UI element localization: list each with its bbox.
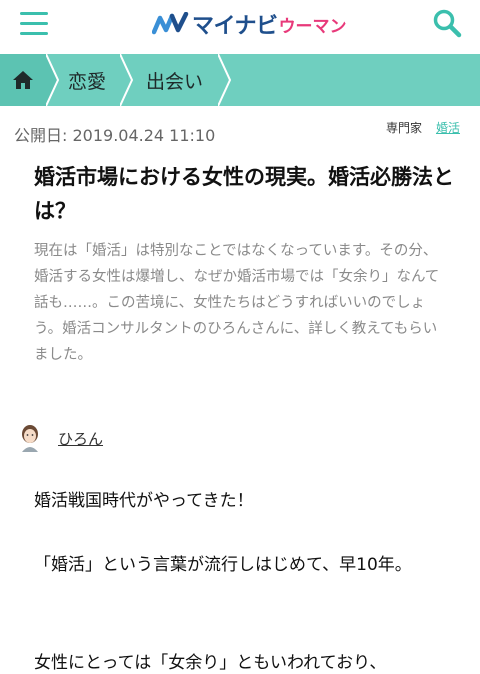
article-title: 婚活市場における女性の現実。婚活必勝法とは？ bbox=[34, 165, 454, 223]
breadcrumb-separator bbox=[120, 54, 134, 106]
breadcrumb: 恋愛 出会い bbox=[0, 54, 480, 106]
logo-sub-text: ウーマン bbox=[278, 16, 347, 37]
breadcrumb-item-deai[interactable]: 出会い bbox=[146, 54, 203, 106]
breadcrumb-home[interactable] bbox=[0, 54, 46, 106]
author-byline[interactable]: ひろん bbox=[18, 424, 103, 452]
author-avatar bbox=[22, 425, 38, 452]
logo-main-text: マイナビ bbox=[192, 14, 278, 39]
search-icon[interactable] bbox=[432, 8, 462, 38]
breadcrumb-separator bbox=[218, 54, 232, 106]
tag-link-konkatsu[interactable]: 婚活 bbox=[436, 119, 460, 136]
author-name-link[interactable]: ひろん bbox=[58, 428, 103, 449]
breadcrumb-separator bbox=[46, 54, 60, 106]
hamburger-menu-icon[interactable] bbox=[20, 12, 48, 36]
body-paragraph: 「婚活」という言葉が流行しはじめて、早10年。 bbox=[34, 555, 412, 575]
body-paragraph: 女性にとっては「女余り」ともいわれており、 bbox=[34, 653, 387, 673]
home-icon bbox=[13, 71, 33, 89]
article-tags: 専門家 婚活 bbox=[386, 119, 460, 136]
expert-label: 専門家 bbox=[385, 121, 422, 135]
publish-date: 公開日: 2019.04.24 11:10 bbox=[14, 126, 216, 145]
header: マイナビ ウーマン bbox=[0, 0, 480, 50]
body-paragraph: 婚活戦国時代がやってきた！ bbox=[34, 491, 254, 511]
site-logo[interactable]: マイナビ ウーマン bbox=[152, 10, 347, 39]
article-lead: 現在は「婚活」は特別なことではなくなっています。その分、婚活する女性は爆増し、な… bbox=[34, 243, 440, 363]
breadcrumb-item-renai[interactable]: 恋愛 bbox=[68, 54, 106, 106]
logo-mark-icon bbox=[152, 12, 189, 35]
